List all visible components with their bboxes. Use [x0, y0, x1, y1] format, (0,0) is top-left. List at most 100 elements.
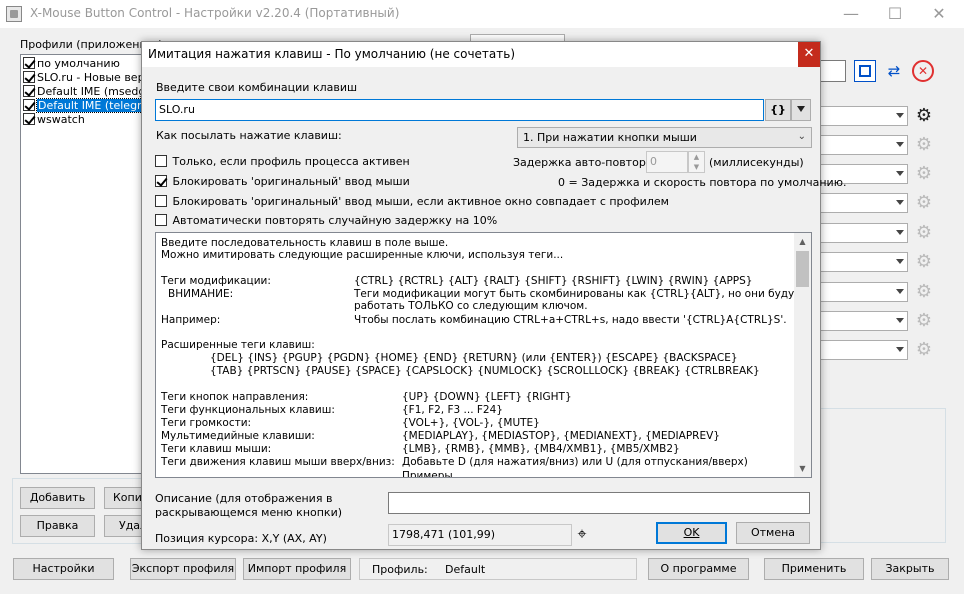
- ok-button[interactable]: OK: [656, 522, 727, 544]
- profile-label: Default IME (msedge): [37, 85, 157, 98]
- description-label-2: раскрывающемся меню кнопки): [155, 506, 343, 519]
- profile-status: Профиль: Default: [359, 558, 637, 580]
- chevron-down-icon: [797, 106, 805, 112]
- only-if-active-checkbox[interactable]: Только, если профиль процесса активен: [155, 155, 410, 168]
- spin-up-icon[interactable]: ▲: [689, 152, 704, 162]
- about-button[interactable]: О программе: [648, 558, 749, 580]
- button-action-combo[interactable]: [820, 340, 908, 360]
- swap-icon[interactable]: ⇄: [883, 60, 905, 82]
- help-vol-value: {VOL+}, {VOL-}, {MUTE}: [402, 417, 540, 429]
- button-action-combo[interactable]: [820, 223, 908, 243]
- help-example-value: Чтобы послать комбинацию CTRL+a+CTRL+s, …: [354, 314, 787, 326]
- cancel-button[interactable]: Отмена: [736, 522, 810, 544]
- repeat-delay-unit: (миллисекунды): [709, 156, 804, 169]
- list-item[interactable]: SLO.ru - Новые верси: [23, 71, 160, 84]
- profile-checkbox[interactable]: [23, 71, 35, 83]
- help-ext-label: Расширенные теги клавиш:: [161, 339, 315, 351]
- help-scrollbar[interactable]: ▲ ▼: [794, 233, 811, 477]
- cursor-position-label: Позиция курсора: X,Y (AX, AY): [155, 532, 327, 545]
- list-item[interactable]: Default IME (msedge): [23, 85, 158, 98]
- button-action-combo[interactable]: [820, 252, 908, 272]
- tags-button[interactable]: {}: [765, 99, 791, 121]
- help-dir-value: {UP} {DOWN} {LEFT} {RIGHT}: [402, 391, 572, 403]
- gear-icon[interactable]: ⚙: [914, 340, 934, 360]
- auto-repeat-label: Автоматически повторять случайную задерж…: [172, 214, 498, 227]
- help-media-label: Мультимедийные клавиши:: [161, 430, 315, 442]
- chevron-down-icon: ⌄: [797, 131, 806, 142]
- help-intro-2: Можно имитировать следующие расширенные …: [161, 249, 564, 261]
- close-button[interactable]: ✕: [916, 0, 962, 28]
- button-action-combo[interactable]: [820, 193, 908, 213]
- dialog-title-bar: Имитация нажатия клавиш - По умолчанию (…: [142, 42, 820, 67]
- help-fn-value: {F1, F2, F3 ... F24}: [402, 404, 503, 416]
- list-item[interactable]: wswatch: [23, 113, 87, 126]
- send-mode-select[interactable]: 1. При нажатии кнопки мыши ⌄: [517, 127, 812, 148]
- description-input[interactable]: [388, 492, 810, 514]
- repeat-delay-label: Задержка авто-повтора: [513, 156, 653, 169]
- title-bar: X-Mouse Button Control - Настройки v2.20…: [0, 0, 964, 28]
- tags-dropdown-button[interactable]: [791, 99, 811, 121]
- gear-icon[interactable]: ⚙: [914, 223, 934, 243]
- button-action-combo[interactable]: [820, 106, 908, 126]
- profile-checkbox[interactable]: [23, 85, 35, 97]
- checkbox-box[interactable]: [155, 175, 167, 187]
- help-move-label: Теги движения клавиш мыши вверх/вниз:: [161, 456, 395, 468]
- keys-input[interactable]: SLO.ru: [155, 99, 764, 121]
- profile-status-label: Профиль:: [372, 563, 428, 576]
- gear-icon[interactable]: ⚙: [914, 282, 934, 302]
- gear-icon[interactable]: ⚙: [914, 193, 934, 213]
- block-original-checkbox[interactable]: Блокировать 'оригинальный' ввод мыши: [155, 175, 410, 188]
- gear-icon[interactable]: ⚙: [914, 106, 934, 126]
- gear-icon[interactable]: ⚙: [914, 164, 934, 184]
- delete-icon[interactable]: ✕: [912, 60, 934, 82]
- scroll-thumb[interactable]: [796, 251, 809, 287]
- description-label-1: Описание (для отображения в: [155, 492, 333, 505]
- button-action-combo[interactable]: [820, 282, 908, 302]
- block-if-window-label: Блокировать 'оригинальный' ввод мыши, ес…: [172, 195, 669, 208]
- scroll-up-icon[interactable]: ▲: [794, 233, 811, 250]
- help-cut-line: Примеры: [402, 470, 453, 478]
- help-mod-label: Теги модификации:: [161, 275, 271, 287]
- apply-button[interactable]: Применить: [764, 558, 864, 580]
- gear-icon[interactable]: ⚙: [914, 135, 934, 155]
- gear-icon[interactable]: ⚙: [914, 252, 934, 272]
- profile-checkbox[interactable]: [23, 99, 35, 111]
- profile-checkbox[interactable]: [23, 57, 35, 69]
- import-profile-button[interactable]: Импорт профиля: [243, 558, 351, 580]
- spin-down-icon[interactable]: ▼: [689, 162, 704, 172]
- settings-button[interactable]: Настройки: [13, 558, 114, 580]
- auto-repeat-checkbox[interactable]: Автоматически повторять случайную задерж…: [155, 214, 497, 227]
- checkbox-box[interactable]: [155, 195, 167, 207]
- export-profile-button[interactable]: Экспорт профиля: [130, 558, 236, 580]
- window-pick-icon[interactable]: [854, 60, 876, 82]
- scroll-down-icon[interactable]: ▼: [794, 460, 811, 477]
- repeat-delay-spinner[interactable]: ▲ ▼: [688, 151, 705, 173]
- button-action-combo[interactable]: [820, 311, 908, 331]
- help-textbox[interactable]: Введите последовательность клавиш в поле…: [155, 232, 812, 478]
- help-mouse-value: {LMB}, {RMB}, {MMB}, {MB4/XMB1}, {MB5/XM…: [402, 443, 680, 455]
- list-item[interactable]: по умолчанию: [23, 57, 122, 70]
- help-intro-1: Введите последовательность клавиш в поле…: [161, 237, 449, 249]
- send-mode-value: 1. При нажатии кнопки мыши: [523, 131, 697, 144]
- profile-checkbox[interactable]: [23, 113, 35, 125]
- profiles-list[interactable]: по умолчанию SLO.ru - Новые верси Defaul…: [20, 54, 162, 474]
- help-ext-line-2: {TAB} {PRTSCN} {PAUSE} {SPACE} {CAPSLOCK…: [210, 365, 760, 377]
- gear-icon[interactable]: ⚙: [914, 311, 934, 331]
- maximize-button[interactable]: ☐: [872, 0, 918, 28]
- button-action-combo[interactable]: [820, 135, 908, 155]
- minimize-button[interactable]: —: [828, 0, 874, 28]
- block-if-window-checkbox[interactable]: Блокировать 'оригинальный' ввод мыши, ес…: [155, 195, 669, 208]
- keystroke-dialog: Имитация нажатия клавиш - По умолчанию (…: [141, 41, 846, 550]
- close-app-button[interactable]: Закрыть: [871, 558, 949, 580]
- keys-input-label: Введите свои комбинации клавиш: [156, 81, 358, 94]
- profile-label: по умолчанию: [37, 57, 120, 70]
- profile-label: SLO.ru - Новые верси: [37, 71, 158, 84]
- checkbox-box[interactable]: [155, 155, 167, 167]
- dialog-close-button[interactable]: ✕: [798, 42, 820, 67]
- crosshair-icon[interactable]: ⌖: [571, 523, 593, 545]
- process-field[interactable]: [820, 60, 846, 82]
- checkbox-box[interactable]: [155, 214, 167, 226]
- profile-label: wswatch: [37, 113, 85, 126]
- help-warn-value-1: Теги модификации могут быть скомбинирова…: [354, 288, 801, 300]
- repeat-delay-input[interactable]: 0: [646, 151, 688, 173]
